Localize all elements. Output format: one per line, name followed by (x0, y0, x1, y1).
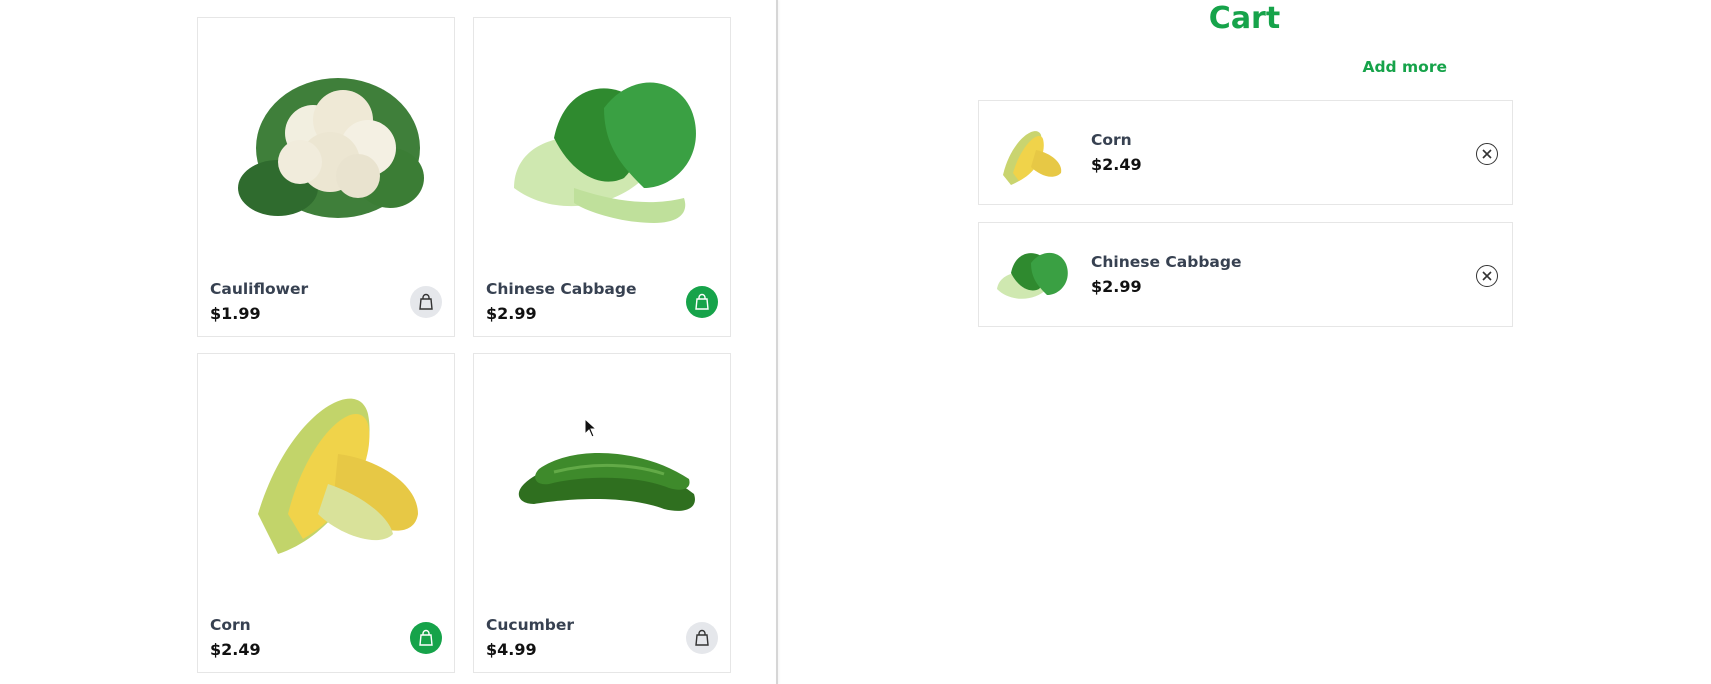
product-name: Chinese Cabbage (486, 280, 637, 298)
add-to-cart-button[interactable] (686, 622, 718, 654)
product-card-cauliflower[interactable]: Cauliflower $1.99 (197, 17, 455, 337)
chinese-cabbage-thumbnail (997, 252, 1068, 299)
product-price: $2.49 (210, 640, 261, 659)
cart-item-price: $2.49 (1091, 155, 1142, 174)
add-to-cart-button[interactable] (410, 286, 442, 318)
close-icon (1482, 271, 1492, 281)
product-card-corn[interactable]: Corn $2.49 (197, 353, 455, 673)
mouse-cursor-icon (584, 418, 598, 438)
cauliflower-image (238, 78, 424, 218)
product-card-chinese-cabbage[interactable]: Chinese Cabbage $2.99 (473, 17, 731, 337)
corn-image (258, 398, 418, 554)
product-name: Corn (210, 616, 251, 634)
product-name: Cucumber (486, 616, 575, 634)
product-price: $2.99 (486, 304, 537, 323)
cart-item-name: Corn (1091, 131, 1132, 149)
close-icon (1482, 149, 1492, 159)
add-more-link[interactable]: Add more (1362, 58, 1447, 76)
shopping-bag-icon (695, 629, 709, 646)
shopping-bag-icon (695, 293, 709, 310)
shopping-bag-icon (419, 629, 433, 646)
cart-item-name: Chinese Cabbage (1091, 253, 1242, 271)
remove-from-cart-button[interactable] (686, 286, 718, 318)
cucumber-image (518, 452, 695, 511)
remove-item-button[interactable] (1476, 143, 1498, 165)
cart-title: Cart (1208, 1, 1281, 36)
product-price: $1.99 (210, 304, 261, 323)
product-catalog: Cauliflower $1.99 Chinese Cabbage $2.99 (0, 0, 777, 684)
chinese-cabbage-image (514, 82, 696, 223)
product-name: Cauliflower (210, 280, 309, 298)
cart-item-chinese-cabbage: Chinese Cabbage $2.99 (978, 222, 1513, 327)
product-price: $4.99 (486, 640, 537, 659)
remove-item-button[interactable] (1476, 265, 1498, 287)
cart-item-corn: Corn $2.49 (978, 100, 1513, 205)
cart-panel: Cart Add more Corn $2.49 Chinese Cabbage… (778, 0, 1711, 684)
shopping-bag-icon (419, 293, 433, 310)
remove-from-cart-button[interactable] (410, 622, 442, 654)
corn-thumbnail (1003, 131, 1062, 185)
cart-item-price: $2.99 (1091, 277, 1142, 296)
product-card-cucumber[interactable]: Cucumber $4.99 (473, 353, 731, 673)
